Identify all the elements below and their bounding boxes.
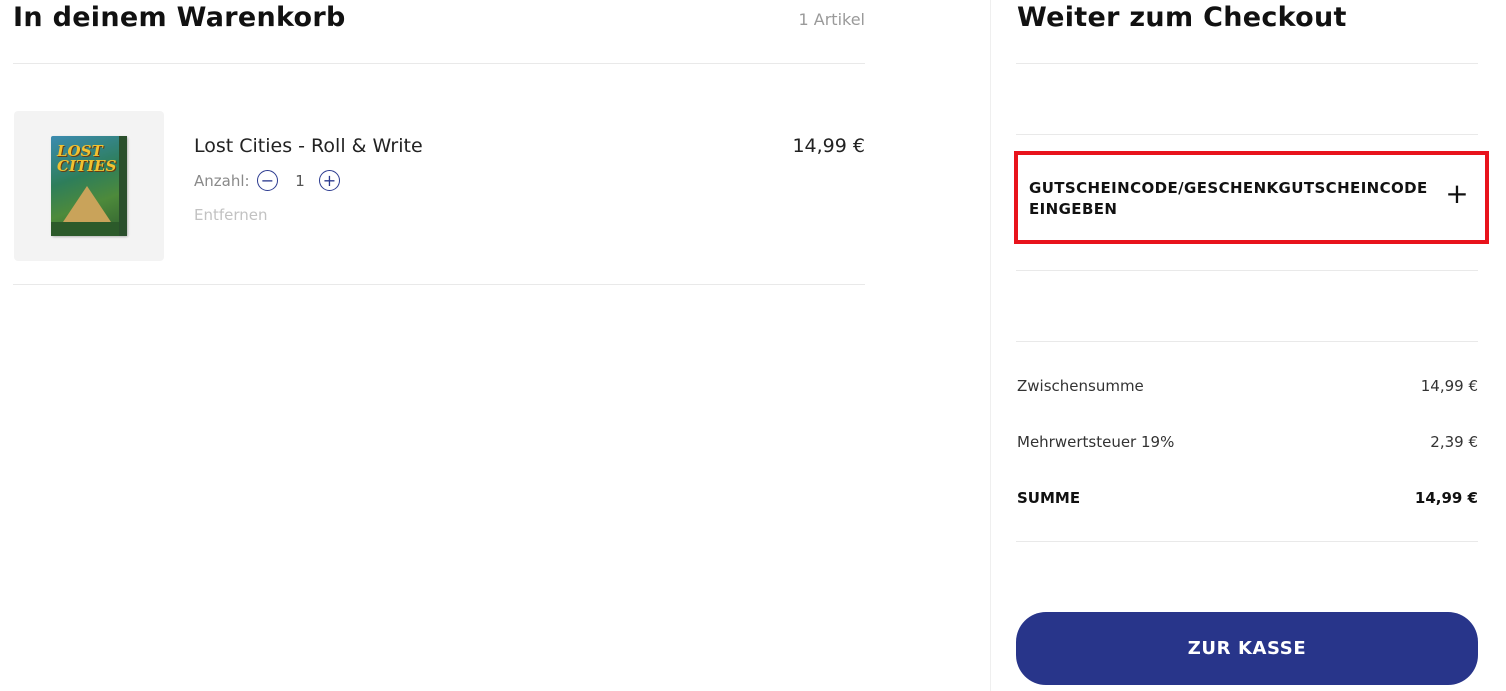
quantity-increase-button[interactable]: + [319, 170, 340, 191]
checkout-title: Weiter zum Checkout [1017, 2, 1347, 33]
game-box-image: LOST CITIES [51, 136, 127, 236]
product-name[interactable]: Lost Cities - Roll & Write [194, 135, 423, 157]
coupon-label[interactable]: GUTSCHEINCODE/GESCHENKGUTSCHEINCODE EING… [1029, 178, 1429, 220]
cart-title: In deinem Warenkorb [13, 2, 346, 33]
divider [13, 284, 865, 285]
tax-value: 2,39 € [1430, 433, 1478, 451]
quantity-value: 1 [295, 172, 305, 190]
tax-label: Mehrwertsteuer 19% [1017, 433, 1175, 451]
divider [1016, 270, 1478, 271]
total-label: SUMME [1017, 489, 1081, 507]
divider [1016, 541, 1478, 542]
divider [13, 63, 865, 64]
plus-icon: + [322, 171, 337, 190]
cart-item-count: 1 Artikel [798, 10, 866, 29]
quantity-decrease-button[interactable]: − [257, 170, 278, 191]
divider [1016, 63, 1478, 64]
plus-icon[interactable]: + [1444, 180, 1470, 208]
quantity-label: Anzahl: [194, 172, 250, 190]
subtotal-value: 14,99 € [1420, 377, 1478, 395]
product-price: 14,99 € [792, 135, 865, 157]
product-thumbnail[interactable]: LOST CITIES [14, 111, 164, 261]
divider [1016, 134, 1478, 135]
divider [1016, 341, 1478, 342]
minus-icon: − [260, 171, 275, 190]
remove-item-link[interactable]: Entfernen [194, 206, 268, 224]
column-divider [990, 0, 991, 691]
total-value: 14,99 € [1414, 489, 1478, 507]
checkout-button[interactable]: ZUR KASSE [1016, 612, 1478, 685]
subtotal-label: Zwischensumme [1017, 377, 1144, 395]
